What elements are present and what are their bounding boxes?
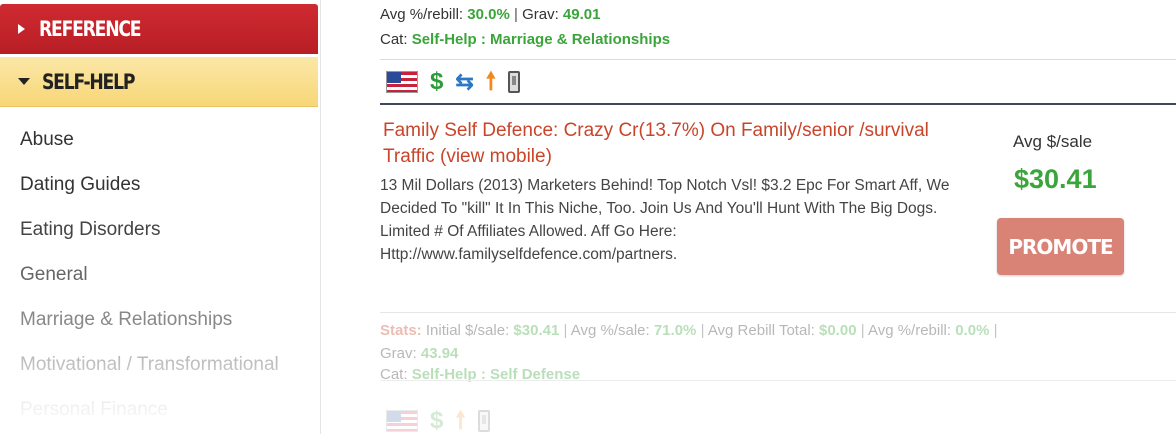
product-icons: $ ⇆ 🠕	[386, 68, 521, 95]
chevron-right-icon	[18, 24, 25, 34]
subcategory-item-general[interactable]: General	[20, 263, 279, 308]
listing-panel: Avg %/rebill: 30.0% | Grav: 49.01 Cat: S…	[380, 0, 1176, 434]
stat-value: 0.0%	[955, 322, 990, 339]
stat-label: Avg Rebill Total:	[707, 322, 815, 339]
stat-label: Grav:	[380, 345, 417, 362]
recurring-icon: ⇆	[455, 69, 474, 94]
listing-grav-line: Grav: 43.94	[380, 345, 458, 362]
stat-label: Avg %/sale:	[570, 322, 650, 339]
listing-stats-line: Stats: Initial $/sale: $30.41 | Avg %/sa…	[380, 322, 998, 339]
subcategory-item-personal-finance[interactable]: Personal Finance	[20, 398, 279, 443]
category-reference-label: REFERENCE	[39, 17, 142, 41]
promote-button[interactable]: PROMOTE	[997, 218, 1124, 275]
up-arrow-icon: 🠕	[455, 407, 466, 434]
mobile-icon	[477, 410, 490, 432]
divider	[380, 59, 1176, 60]
stat-value: 43.94	[420, 345, 459, 362]
stat-label: Grav:	[522, 6, 559, 23]
mobile-icon	[508, 71, 521, 93]
prev-listing-category: Cat: Self-Help : Marriage & Relationship…	[380, 31, 670, 48]
category-reference[interactable]: REFERENCE	[0, 4, 318, 54]
subcategory-item-dating-guides[interactable]: Dating Guides	[20, 173, 279, 218]
divider	[380, 380, 1176, 381]
stat-value: $30.41	[513, 322, 560, 339]
subcategory-item-marriage-relationships[interactable]: Marriage & Relationships	[20, 308, 279, 353]
divider-dark	[380, 103, 1176, 105]
dollar-icon: $	[430, 68, 444, 95]
us-flag-icon	[386, 71, 418, 93]
next-product-icons: $ 🠕	[386, 407, 490, 434]
divider	[380, 312, 1176, 313]
product-title-link[interactable]: Family Self Defence: Crazy Cr(13.7%) On …	[383, 118, 943, 170]
stat-value: 49.01	[562, 6, 601, 23]
avg-sale-value: $30.41	[1014, 164, 1097, 194]
us-flag-icon	[386, 410, 418, 432]
prev-listing-stats: Avg %/rebill: 30.0% | Grav: 49.01	[380, 6, 601, 23]
stat-label: Avg %/rebill:	[380, 6, 464, 23]
up-arrow-icon: 🠕	[485, 68, 497, 95]
avg-sale-label: Avg $/sale	[1013, 132, 1093, 151]
stat-label: Avg %/rebill:	[867, 322, 952, 339]
stat-value: 71.0%	[653, 322, 697, 339]
category-sidebar: REFERENCE SELF-HELP Abuse Dating Guides …	[0, 0, 321, 434]
cat-label: Cat:	[380, 31, 408, 48]
product-description: 13 Mil Dollars (2013) Marketers Behind! …	[380, 177, 950, 263]
stat-value: $0.00	[819, 322, 857, 339]
subcategory-item-abuse[interactable]: Abuse	[20, 128, 279, 173]
chevron-down-icon	[18, 78, 30, 85]
cat-link[interactable]: Self-Help : Marriage & Relationships	[412, 31, 670, 48]
subcategory-item-eating-disorders[interactable]: Eating Disorders	[20, 218, 279, 263]
dollar-icon: $	[430, 407, 444, 434]
stat-label: Initial $/sale:	[425, 322, 510, 339]
category-self-help[interactable]: SELF-HELP	[0, 57, 318, 107]
stat-value: 30.0%	[467, 6, 510, 23]
stats-label: Stats:	[380, 322, 422, 339]
subcategory-item-motivational[interactable]: Motivational / Transformational	[20, 353, 279, 398]
subcategory-list: Abuse Dating Guides Eating Disorders Gen…	[20, 128, 279, 443]
category-self-help-label: SELF-HELP	[42, 69, 135, 94]
